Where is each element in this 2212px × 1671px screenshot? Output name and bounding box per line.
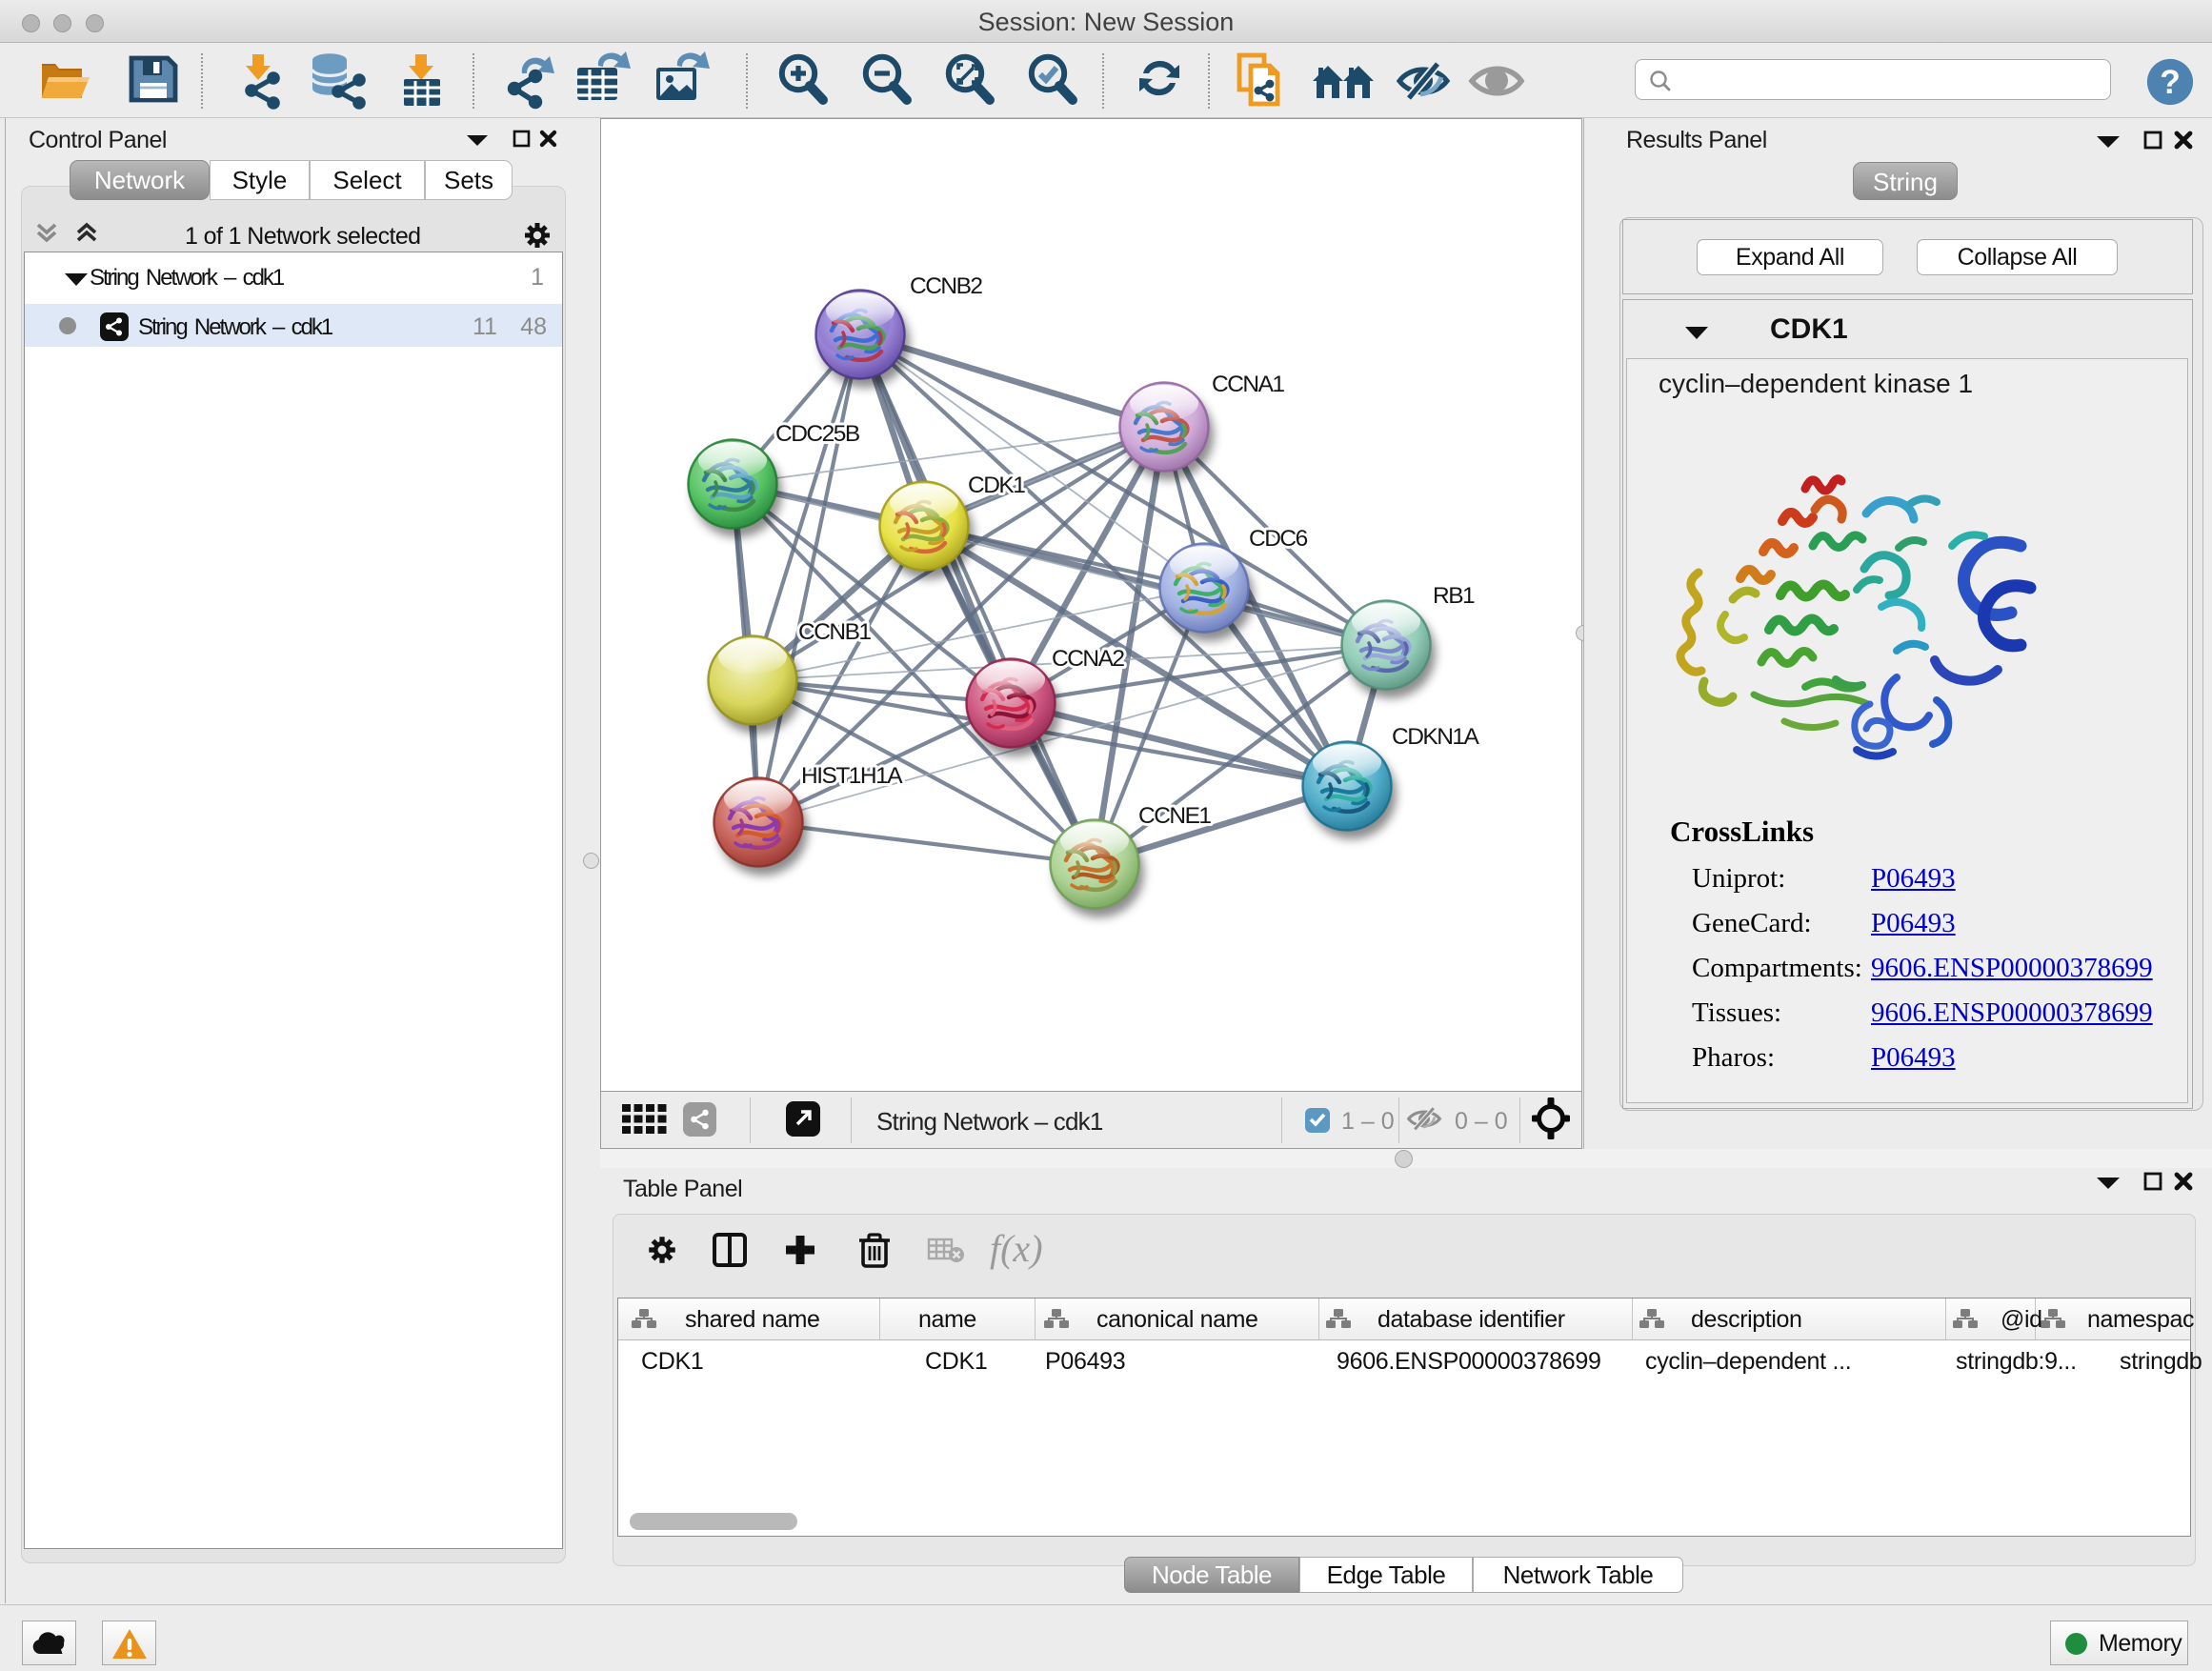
svg-text:CDK1: CDK1 [968,473,1025,498]
svg-text:RB1: RB1 [1433,583,1475,609]
svg-text:CCNA1: CCNA1 [1212,372,1284,397]
svg-text:?: ? [2160,64,2181,101]
svg-text:CDC25B: CDC25B [775,421,860,447]
svg-text:CCNB2: CCNB2 [910,273,982,299]
svg-text:HIST1H1A: HIST1H1A [801,763,903,789]
svg-text:CCNA2: CCNA2 [1052,646,1124,672]
svg-text:CCNB1: CCNB1 [798,619,871,645]
svg-text:CDKN1A: CDKN1A [1392,724,1480,750]
svg-text:CDC6: CDC6 [1249,526,1308,552]
svg-text:CCNE1: CCNE1 [1138,803,1211,829]
